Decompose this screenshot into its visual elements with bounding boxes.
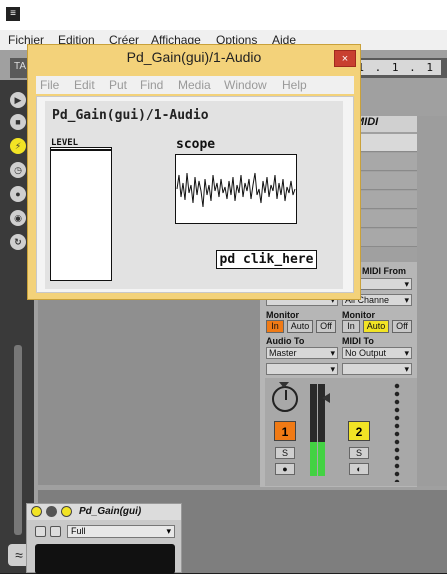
scope-display <box>175 154 297 224</box>
play-icon[interactable]: ▶ <box>10 92 26 108</box>
device-hotswap-icon[interactable] <box>50 526 61 537</box>
clock-icon[interactable]: ◷ <box>10 162 26 178</box>
solo-button-1[interactable]: S <box>275 447 295 459</box>
pan-indicator-icon <box>279 382 289 388</box>
monitor-label-audio: Monitor <box>266 310 299 320</box>
arm-button-2[interactable]: ◐ <box>349 463 369 475</box>
midi-to-sub-select[interactable] <box>342 363 412 375</box>
monitor-label-midi: Monitor <box>342 310 375 320</box>
pd-canvas[interactable]: Pd_Gain(gui)/1-Audio LEVEL scope pd clik… <box>36 96 354 293</box>
level-slider[interactable] <box>50 147 112 281</box>
pd-gop-area: Pd_Gain(gui)/1-Audio LEVEL scope pd clik… <box>45 101 343 289</box>
pd-menu-put[interactable]: Put <box>109 78 127 92</box>
song-position[interactable]: 1 . 1 . 1 <box>351 60 441 75</box>
arm-button-1[interactable]: ● <box>275 463 295 475</box>
device-fold-icon[interactable] <box>46 506 57 517</box>
volume-fader-handle-icon[interactable] <box>322 393 330 403</box>
pan-knob[interactable] <box>272 386 298 412</box>
loop-icon[interactable]: ↻ <box>10 234 26 250</box>
pd-window-title: Pd_Gain(gui)/1-Audio <box>126 49 262 65</box>
session-empty-area <box>38 300 260 485</box>
device-display <box>35 544 175 574</box>
plug-icon[interactable]: ⚡ <box>10 138 26 154</box>
monitor-off-button[interactable]: Off <box>316 320 336 333</box>
device-save-icon[interactable] <box>35 526 46 537</box>
record-icon[interactable]: ● <box>10 186 26 202</box>
pd-menubar: File Edit Put Find Media Window Help <box>36 76 354 94</box>
pd-menu-file[interactable]: File <box>40 78 59 92</box>
level-meter-left <box>310 384 317 476</box>
pd-menu-window[interactable]: Window <box>224 78 267 92</box>
next-track-column <box>417 116 447 486</box>
device-preset-select[interactable]: Full <box>67 525 175 538</box>
scope-waveform <box>176 172 296 208</box>
midi-to-label: MIDI To <box>342 336 374 346</box>
pd-window: Pd_Gain(gui)/1-Audio × File Edit Put Fin… <box>27 44 361 300</box>
device-name: Pd_Gain(gui) <box>79 506 142 517</box>
monitor-in-button[interactable]: In <box>266 320 284 333</box>
stop-icon[interactable]: ■ <box>10 114 26 130</box>
solo-button-2[interactable]: S <box>349 447 369 459</box>
device-edit-icon[interactable] <box>61 506 72 517</box>
pd-menu-edit[interactable]: Edit <box>74 78 95 92</box>
pd-subpatch-button[interactable]: pd clik_here <box>216 250 317 269</box>
monitor-off-button-2[interactable]: Off <box>392 320 412 333</box>
overdub-icon[interactable]: ◉ <box>10 210 26 226</box>
device-title-bar: Pd_Gain(gui) <box>27 504 181 520</box>
audio-to-label: Audio To <box>266 336 305 346</box>
vertical-scrollbar[interactable] <box>14 345 22 535</box>
host-titlebar: ≡ <box>0 0 447 30</box>
transport-label: TA <box>14 61 27 72</box>
pd-menu-media[interactable]: Media <box>178 78 211 92</box>
midi-to-select[interactable]: No Output <box>342 347 412 359</box>
monitor-in-button-2[interactable]: In <box>342 320 360 333</box>
level-meter-left-fill <box>310 442 317 476</box>
midi-from-label: MIDI From <box>362 266 406 276</box>
app-logo-icon: ≡ <box>6 7 20 21</box>
close-icon[interactable]: × <box>334 50 356 67</box>
pd-menu-find[interactable]: Find <box>140 78 163 92</box>
monitor-auto-button[interactable]: Auto <box>287 320 313 333</box>
audio-to-sub-select[interactable] <box>266 363 338 375</box>
monitor-auto-button-2[interactable]: Auto <box>363 320 389 333</box>
device-on-icon[interactable] <box>31 506 42 517</box>
level-meter-right-fill <box>318 442 325 476</box>
audio-to-select[interactable]: Master <box>266 347 338 359</box>
device-panel: Pd_Gain(gui) Full <box>26 503 182 574</box>
meter-dots <box>394 382 400 482</box>
pd-patch-heading: Pd_Gain(gui)/1-Audio <box>52 108 209 123</box>
track-activator-1[interactable]: 1 <box>274 421 296 441</box>
track-activator-2[interactable]: 2 <box>348 421 370 441</box>
scope-label: scope <box>176 137 216 152</box>
pd-menu-help[interactable]: Help <box>282 78 307 92</box>
